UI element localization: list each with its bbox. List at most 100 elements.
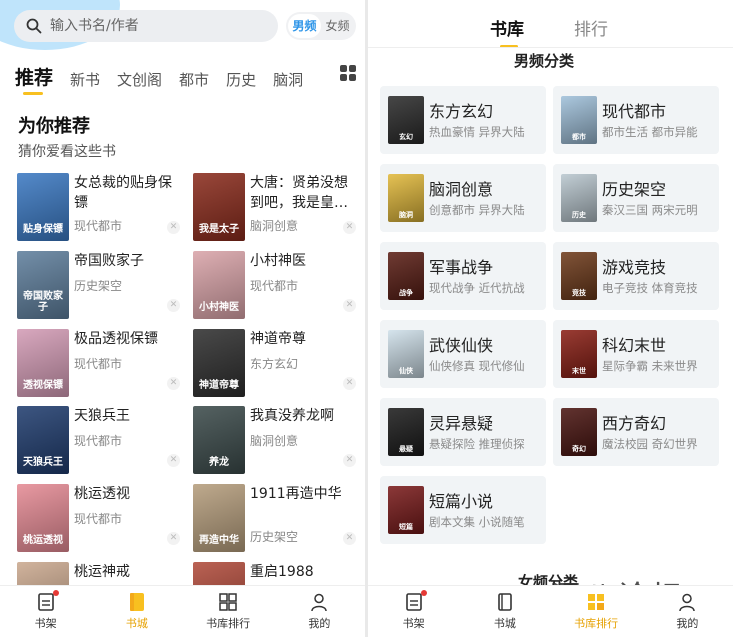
category-card[interactable]: 竞技 游戏竞技 电子竞技 体育竞技	[553, 242, 719, 310]
person-icon	[309, 592, 329, 612]
tab-urban[interactable]: 都市	[179, 69, 209, 90]
category-card[interactable]: 奇幻 西方奇幻 魔法校园 奇幻世界	[553, 398, 719, 466]
category-subtags: 都市生活 都市异能	[602, 125, 698, 139]
book-item[interactable]: 小村神医 小村神医 现代都市 ✕	[193, 251, 363, 323]
category-name: 武侠仙侠	[429, 336, 494, 355]
book-item[interactable]: 养龙 我真没养龙啊 脑洞创意 ✕	[193, 406, 363, 478]
category-subtags: 悬疑探险 推理侦探	[429, 437, 525, 451]
nav-bookstore[interactable]: 书城	[459, 586, 550, 637]
category-card[interactable]: 短篇 短篇小说 剧本文集 小说随笔	[380, 476, 546, 544]
tab-brainstorm[interactable]: 脑洞	[273, 69, 303, 90]
book-item[interactable]: 透视保镖 极品透视保镖 现代都市 ✕	[17, 329, 187, 401]
tab-recommend[interactable]: 推荐	[15, 63, 53, 95]
dismiss-icon[interactable]: ✕	[343, 221, 356, 234]
category-card[interactable]: 玄幻 东方玄幻 热血豪情 异界大陆	[380, 86, 546, 154]
category-subtags: 现代战争 近代抗战	[429, 281, 525, 295]
book-title: 我真没养龙啊	[250, 408, 334, 424]
dismiss-icon[interactable]: ✕	[167, 377, 180, 390]
male-category-heading: 男频分类	[514, 52, 575, 70]
dismiss-icon[interactable]: ✕	[343, 377, 356, 390]
cover-text: 奇幻	[572, 445, 586, 453]
search-input[interactable]	[50, 18, 250, 34]
category-card[interactable]: 都市 现代都市 都市生活 都市异能	[553, 86, 719, 154]
cover-text: 战争	[399, 289, 413, 297]
all-categories-icon[interactable]	[340, 65, 356, 81]
nav-library-ranking[interactable]: 书库排行	[551, 586, 642, 637]
grid-icon	[586, 592, 606, 612]
book-title: 桃运神戒	[74, 564, 130, 580]
category-cover: 悬疑	[388, 408, 424, 456]
book-genre: 现代都市	[250, 279, 299, 293]
book-item[interactable]: 再造中华 1911再造中华 历史架空 ✕	[193, 484, 363, 556]
nav-label: 书库排行	[574, 617, 619, 630]
dismiss-icon[interactable]: ✕	[167, 299, 180, 312]
category-name: 历史架空	[602, 180, 667, 199]
category-name: 短篇小说	[429, 492, 494, 511]
book-genre: 现代都市	[74, 434, 123, 448]
book-genre: 脑洞创意	[250, 219, 299, 233]
book-cover: 养龙	[193, 406, 245, 474]
book-genre: 脑洞创意	[250, 434, 299, 448]
nav-mine[interactable]: 我的	[642, 586, 733, 637]
nav-label: 我的	[676, 617, 699, 630]
section-title: 为你推荐	[18, 116, 90, 137]
book-item[interactable]: 神道帝尊 神道帝尊 东方玄幻 ✕	[193, 329, 363, 401]
book-cover: 贴身保镖	[17, 173, 69, 241]
tab-ranking[interactable]: 排行	[574, 15, 608, 40]
person-icon	[677, 592, 697, 612]
category-name: 灵异悬疑	[429, 414, 494, 433]
category-name: 现代都市	[602, 102, 667, 121]
cover-text: 玄幻	[399, 133, 413, 141]
grid-icon	[218, 592, 238, 612]
cover-text: 我是太子	[199, 224, 239, 235]
gender-toggle[interactable]: 男频 女频	[286, 12, 356, 40]
nav-bookshelf[interactable]: 书架	[0, 586, 91, 637]
book-item[interactable]: 贴身保镖 女总裁的贴身保镖 现代都市 ✕	[17, 173, 187, 245]
cover-text: 养龙	[209, 457, 229, 468]
bookshelf-icon	[404, 590, 427, 612]
book-title: 大唐：贤弟没想到吧，我是皇…	[250, 175, 348, 211]
category-cover: 竞技	[561, 252, 597, 300]
book-item[interactable]: 天狼兵王 天狼兵王 现代都市 ✕	[17, 406, 187, 478]
book-title: 1911再造中华	[250, 486, 342, 502]
bottom-nav: 书架 书城 书库排行 我的	[0, 585, 365, 637]
book-item[interactable]: 桃运透视 桃运透视 现代都市 ✕	[17, 484, 187, 556]
nav-library-ranking[interactable]: 书库排行	[183, 586, 274, 637]
dismiss-icon[interactable]: ✕	[343, 299, 356, 312]
category-card[interactable]: 战争 军事战争 现代战争 近代抗战	[380, 242, 546, 310]
nav-mine[interactable]: 我的	[274, 586, 365, 637]
dismiss-icon[interactable]: ✕	[343, 454, 356, 467]
category-card[interactable]: 末世 科幻末世 星际争霸 未来世界	[553, 320, 719, 388]
cover-text: 透视保镖	[23, 380, 63, 391]
category-subtags: 热血豪情 异界大陆	[429, 125, 525, 139]
dismiss-icon[interactable]: ✕	[167, 454, 180, 467]
book-item[interactable]: 我是太子 大唐：贤弟没想到吧，我是皇… 脑洞创意 ✕	[193, 173, 363, 245]
nav-label: 我的	[308, 617, 331, 630]
tab-new-books[interactable]: 新书	[70, 69, 100, 90]
tab-divider	[368, 47, 733, 48]
nav-bookstore[interactable]: 书城	[91, 586, 182, 637]
category-tabs: 推荐 新书 文创阁 都市 历史 脑洞	[15, 60, 360, 95]
book-cover: 小村神医	[193, 251, 245, 319]
tab-history[interactable]: 历史	[226, 69, 256, 90]
cover-text: 神道帝尊	[199, 380, 239, 391]
category-card[interactable]: 仙侠 武侠仙侠 仙侠修真 现代修仙	[380, 320, 546, 388]
tab-wenchuangge[interactable]: 文创阁	[117, 69, 162, 90]
search-bar[interactable]	[14, 10, 278, 42]
book-genre: 历史架空	[74, 279, 123, 293]
nav-bookshelf[interactable]: 书架	[368, 586, 459, 637]
category-card[interactable]: 脑洞 脑洞创意 创意都市 异界大陆	[380, 164, 546, 232]
tab-library[interactable]: 书库	[490, 15, 524, 48]
book-title: 重启1988	[250, 564, 314, 580]
cover-text: 末世	[572, 367, 586, 375]
category-card[interactable]: 历史 历史架空 秦汉三国 两宋元明	[553, 164, 719, 232]
cover-text: 悬疑	[399, 445, 413, 453]
gender-male-option[interactable]: 男频	[288, 14, 321, 38]
gender-female-option[interactable]: 女频	[321, 14, 354, 38]
notification-dot	[52, 590, 59, 596]
dismiss-icon[interactable]: ✕	[167, 221, 180, 234]
dismiss-icon[interactable]: ✕	[167, 532, 180, 545]
category-card[interactable]: 悬疑 灵异悬疑悬疑探险 推理侦探	[380, 398, 546, 466]
dismiss-icon[interactable]: ✕	[343, 532, 356, 545]
book-item[interactable]: 帝国败家子 帝国败家子 历史架空 ✕	[17, 251, 187, 323]
